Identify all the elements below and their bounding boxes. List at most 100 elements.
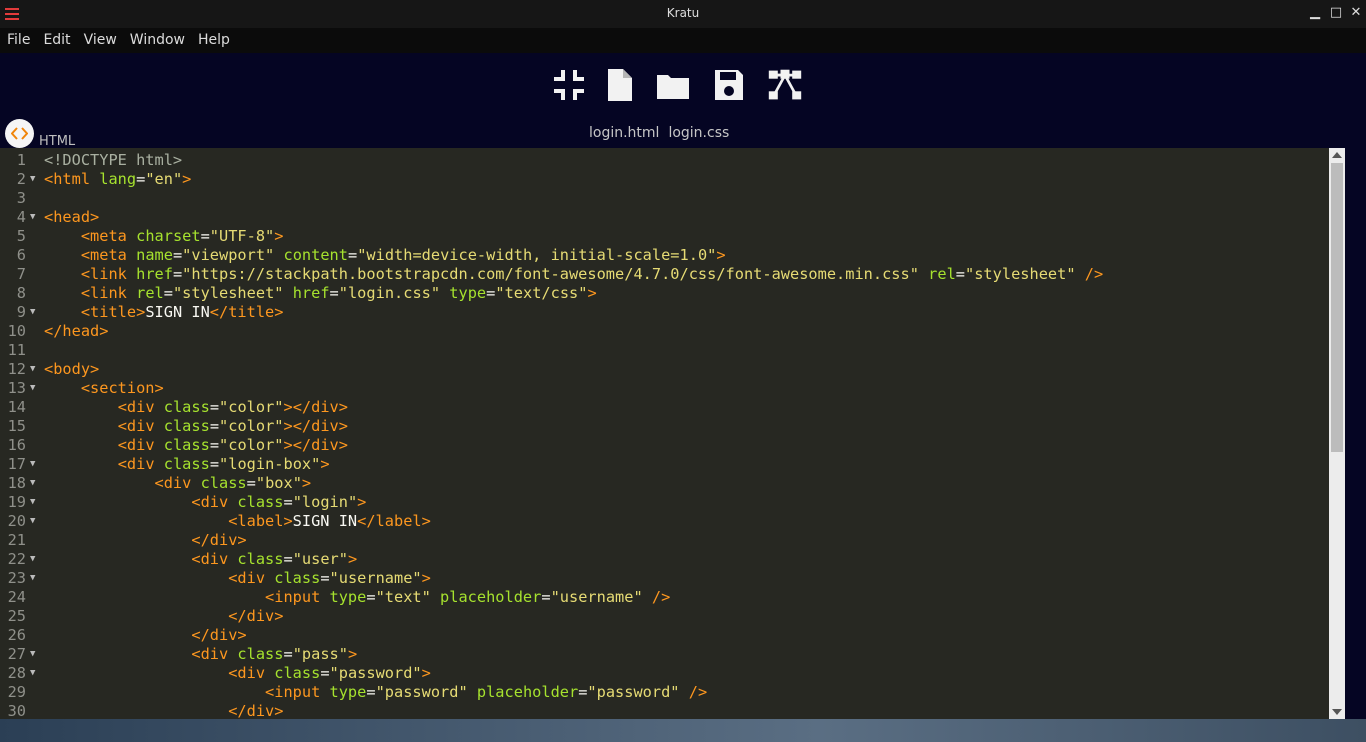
editor-scrollbar[interactable] — [1329, 148, 1345, 719]
language-button[interactable] — [5, 119, 34, 148]
fold-toggle-icon[interactable]: ▼ — [30, 208, 35, 227]
code-text: <input type="text" placeholder="username… — [265, 588, 671, 606]
code-editor[interactable]: 1 <!DOCTYPE html> 2 ▼ <html lang="en"> 3 4 ▼ <he… — [0, 148, 1329, 719]
menu-bar: File Edit View Window Help — [0, 28, 1366, 53]
code-line[interactable]: 3 — [0, 189, 1329, 208]
fold-toggle-icon[interactable]: ▼ — [30, 303, 35, 322]
code-line[interactable]: 27 ▼ <div class="pass"> — [0, 645, 1329, 664]
fold-toggle-icon[interactable]: ▼ — [30, 664, 35, 683]
scroll-down-icon[interactable] — [1332, 709, 1342, 715]
code-icon — [11, 127, 28, 140]
code-text: <meta name="viewport" content="width=dev… — [80, 246, 726, 264]
code-line[interactable]: 6 <meta name="viewport" content="width=d… — [0, 246, 1329, 265]
fold-toggle-icon[interactable]: ▼ — [30, 455, 35, 474]
line-number: 19 — [7, 493, 26, 511]
line-number: 1 — [16, 151, 26, 169]
menu-edit[interactable]: Edit — [36, 28, 76, 48]
fold-toggle-icon[interactable]: ▼ — [30, 645, 35, 664]
folder-icon[interactable] — [655, 67, 691, 103]
code-line[interactable]: 19 ▼ <div class="login"> — [0, 493, 1329, 512]
code-line[interactable]: 10 </head> — [0, 322, 1329, 341]
code-text: <head> — [44, 208, 100, 226]
code-line[interactable]: 2 ▼ <html lang="en"> — [0, 170, 1329, 189]
compress-icon[interactable] — [551, 67, 587, 103]
line-number: 14 — [7, 398, 26, 416]
code-line[interactable]: 7 <link href="https://stackpath.bootstra… — [0, 265, 1329, 284]
fold-toggle-icon[interactable]: ▼ — [30, 170, 35, 189]
code-line[interactable]: 1 <!DOCTYPE html> — [0, 151, 1329, 170]
line-number: 4 — [16, 208, 26, 226]
code-line[interactable]: 13 ▼ <section> — [0, 379, 1329, 398]
minimize-icon[interactable]: ▁ — [1307, 5, 1323, 21]
code-line[interactable]: 26 </div> — [0, 626, 1329, 645]
fold-toggle-icon[interactable]: ▼ — [30, 550, 35, 569]
code-line[interactable]: 4 ▼ <head> — [0, 208, 1329, 227]
code-line[interactable]: 16 <div class="color"></div> — [0, 436, 1329, 455]
line-number: 2 — [16, 170, 26, 188]
code-text: </head> — [44, 322, 109, 340]
tab-login-html[interactable]: login.html — [589, 125, 659, 141]
close-icon[interactable]: ✕ — [1348, 5, 1364, 21]
menu-window[interactable]: Window — [123, 28, 191, 48]
code-text: <label>SIGN IN</label> — [228, 512, 431, 530]
fold-toggle-icon[interactable]: ▼ — [30, 474, 35, 493]
line-number: 29 — [7, 683, 26, 701]
code-text: <body> — [44, 360, 100, 378]
code-text: <meta charset="UTF-8"> — [80, 227, 284, 245]
code-line[interactable]: 11 — [0, 341, 1329, 360]
code-text: <div class="login"> — [191, 493, 367, 511]
code-line[interactable]: 8 <link rel="stylesheet" href="login.css… — [0, 284, 1329, 303]
tab-login-css[interactable]: login.css — [668, 125, 729, 141]
fold-toggle-icon[interactable]: ▼ — [30, 360, 35, 379]
menu-file[interactable]: File — [0, 28, 36, 48]
save-icon[interactable] — [711, 67, 747, 103]
code-line[interactable]: 5 <meta charset="UTF-8"> — [0, 227, 1329, 246]
line-number: 23 — [7, 569, 26, 587]
code-line[interactable]: 14 <div class="color"></div> — [0, 398, 1329, 417]
line-number: 18 — [7, 474, 26, 492]
scrollbar-thumb[interactable] — [1331, 163, 1343, 452]
menu-view[interactable]: View — [77, 28, 123, 48]
code-line[interactable]: 24 <input type="text" placeholder="usern… — [0, 588, 1329, 607]
code-text: <input type="password" placeholder="pass… — [265, 683, 708, 701]
code-text: <div class="box"> — [154, 474, 312, 492]
line-number: 28 — [7, 664, 26, 682]
network-icon[interactable] — [767, 67, 803, 103]
line-number: 16 — [7, 436, 26, 454]
code-text: <link rel="stylesheet" href="login.css" … — [80, 284, 597, 302]
line-number: 11 — [7, 341, 26, 359]
fold-toggle-icon[interactable]: ▼ — [30, 379, 35, 398]
code-line[interactable]: 22 ▼ <div class="user"> — [0, 550, 1329, 569]
code-line[interactable]: 18 ▼ <div class="box"> — [0, 474, 1329, 493]
line-number: 27 — [7, 645, 26, 663]
line-number: 24 — [7, 588, 26, 606]
code-line[interactable]: 20 ▼ <label>SIGN IN</label> — [0, 512, 1329, 531]
code-line[interactable]: 17 ▼ <div class="login-box"> — [0, 455, 1329, 474]
code-line[interactable]: 9 ▼ <title>SIGN IN</title> — [0, 303, 1329, 322]
fold-toggle-icon[interactable]: ▼ — [30, 569, 35, 588]
code-line[interactable]: 30 </div> — [0, 702, 1329, 719]
line-number: 25 — [7, 607, 26, 625]
scroll-up-icon[interactable] — [1332, 152, 1342, 158]
language-label: HTML — [39, 134, 76, 149]
line-number: 30 — [7, 702, 26, 719]
code-text: <div class="login-box"> — [117, 455, 330, 473]
fold-toggle-icon[interactable]: ▼ — [30, 493, 35, 512]
code-line[interactable]: 15 <div class="color"></div> — [0, 417, 1329, 436]
line-number: 20 — [7, 512, 26, 530]
line-number: 3 — [16, 189, 26, 207]
code-line[interactable]: 28 ▼ <div class="password"> — [0, 664, 1329, 683]
maximize-icon[interactable]: □ — [1328, 5, 1344, 21]
code-line[interactable]: 25 </div> — [0, 607, 1329, 626]
code-line[interactable]: 21 </div> — [0, 531, 1329, 550]
code-line[interactable]: 23 ▼ <div class="username"> — [0, 569, 1329, 588]
code-line[interactable]: 29 <input type="password" placeholder="p… — [0, 683, 1329, 702]
fold-toggle-icon[interactable]: ▼ — [30, 512, 35, 531]
line-number: 12 — [7, 360, 26, 378]
code-line[interactable]: 12 ▼ <body> — [0, 360, 1329, 379]
title-bar: Kratu ▁ □ ✕ — [0, 0, 1366, 28]
code-text: <div class="color"></div> — [117, 436, 348, 454]
code-text: </div> — [228, 702, 284, 719]
menu-help[interactable]: Help — [191, 28, 236, 48]
new-file-icon[interactable] — [602, 67, 638, 103]
